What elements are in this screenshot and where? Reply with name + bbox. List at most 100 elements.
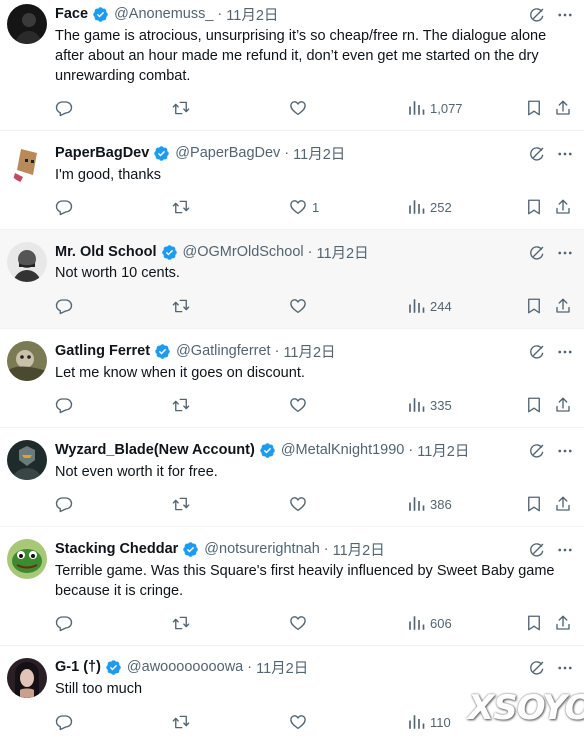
reply-button[interactable]: [55, 197, 73, 217]
bookmark-button[interactable]: [525, 197, 543, 217]
views-button[interactable]: 244: [407, 296, 452, 316]
views-button[interactable]: 386: [407, 494, 452, 514]
user-handle[interactable]: @MetalKnight1990: [281, 442, 405, 458]
tweet-date[interactable]: 11月2日: [333, 539, 385, 560]
user-handle[interactable]: @notsurerightnah: [204, 541, 319, 557]
more-icon[interactable]: [556, 659, 574, 677]
views-button[interactable]: 606: [407, 613, 452, 633]
reply-button[interactable]: [55, 613, 73, 633]
more-icon[interactable]: [556, 145, 574, 163]
grok-icon[interactable]: [528, 541, 546, 559]
grok-icon[interactable]: [528, 659, 546, 677]
tweet-date[interactable]: 11月2日: [256, 657, 308, 678]
like-button[interactable]: [289, 296, 312, 316]
reply-button[interactable]: [55, 98, 73, 118]
like-button[interactable]: [289, 395, 312, 415]
tweet-date[interactable]: 11月2日: [226, 4, 278, 25]
reply-icon: [55, 396, 73, 414]
views-button[interactable]: 252: [407, 197, 452, 217]
tweet-date[interactable]: 11月2日: [283, 341, 335, 362]
views-button[interactable]: 110: [407, 712, 451, 732]
avatar[interactable]: [7, 143, 47, 183]
like-icon: [289, 99, 307, 117]
user-handle[interactable]: @Gatlingferret: [176, 343, 271, 359]
bookmark-button[interactable]: [525, 494, 543, 514]
more-icon[interactable]: [556, 541, 574, 559]
like-icon: [289, 396, 307, 414]
more-icon[interactable]: [556, 6, 574, 24]
grok-icon[interactable]: [528, 6, 546, 24]
display-name[interactable]: Gatling Ferret: [55, 343, 150, 359]
avatar[interactable]: [7, 242, 47, 282]
avatar[interactable]: [7, 341, 47, 381]
like-button[interactable]: [289, 98, 312, 118]
like-button[interactable]: [289, 613, 312, 633]
like-count: 1: [312, 199, 320, 215]
share-button[interactable]: [554, 197, 572, 217]
tweet-item[interactable]: Gatling Ferret @Gatlingferret · 11月2日 Le…: [0, 329, 584, 428]
retweet-button[interactable]: [172, 613, 190, 633]
retweet-button[interactable]: [172, 296, 190, 316]
tweet-date[interactable]: 11月2日: [293, 143, 345, 164]
retweet-button[interactable]: [172, 494, 190, 514]
tweet-date[interactable]: 11月2日: [316, 242, 368, 263]
more-icon[interactable]: [556, 244, 574, 262]
views-icon: [407, 99, 425, 117]
grok-icon[interactable]: [528, 145, 546, 163]
tweet-item[interactable]: Face @Anonemuss_ · 11月2日 The game is atr…: [0, 0, 584, 131]
avatar[interactable]: [7, 539, 47, 579]
view-count: 110: [430, 714, 451, 730]
user-handle[interactable]: @PaperBagDev: [175, 145, 280, 161]
grok-icon[interactable]: [528, 244, 546, 262]
display-name[interactable]: PaperBagDev: [55, 145, 149, 161]
display-name[interactable]: Mr. Old School: [55, 244, 157, 260]
more-icon[interactable]: [556, 343, 574, 361]
grok-icon[interactable]: [528, 343, 546, 361]
views-button[interactable]: 335: [407, 395, 452, 415]
reply-icon: [55, 614, 73, 632]
tweet-item[interactable]: Wyzard_Blade(New Account) @MetalKnight19…: [0, 428, 584, 527]
share-button[interactable]: [554, 98, 572, 118]
share-button[interactable]: [554, 296, 572, 316]
display-name[interactable]: Face: [55, 6, 88, 22]
share-button[interactable]: [554, 494, 572, 514]
separator: ·: [307, 244, 313, 260]
tweet-item[interactable]: PaperBagDev @PaperBagDev · 11月2日 I'm goo…: [0, 131, 584, 230]
grok-icon[interactable]: [528, 442, 546, 460]
retweet-button[interactable]: [172, 712, 190, 732]
reply-button[interactable]: [55, 712, 73, 732]
share-button[interactable]: [554, 613, 572, 633]
retweet-button[interactable]: [172, 98, 190, 118]
tweet-text: Terrible game. Was this Square's first h…: [55, 563, 555, 599]
views-button[interactable]: 1,077: [407, 98, 463, 118]
tweet-item[interactable]: Stacking Cheddar @notsurerightnah · 11月2…: [0, 527, 584, 646]
like-icon: [289, 614, 307, 632]
bookmark-button[interactable]: [525, 98, 543, 118]
bookmark-button[interactable]: [525, 395, 543, 415]
display-name[interactable]: Stacking Cheddar: [55, 541, 178, 557]
reply-button[interactable]: [55, 494, 73, 514]
like-button[interactable]: [289, 712, 312, 732]
reply-button[interactable]: [55, 395, 73, 415]
user-handle[interactable]: @awoooooooowa: [127, 659, 243, 675]
like-button[interactable]: 1: [289, 197, 319, 217]
avatar[interactable]: [7, 440, 47, 480]
retweet-button[interactable]: [172, 395, 190, 415]
display-name[interactable]: G-1 (†): [55, 659, 101, 675]
share-icon: [554, 99, 572, 117]
user-handle[interactable]: @Anonemuss_: [114, 6, 213, 22]
like-button[interactable]: [289, 494, 312, 514]
retweet-button[interactable]: [172, 197, 190, 217]
display-name[interactable]: Wyzard_Blade(New Account): [55, 442, 255, 458]
bookmark-button[interactable]: [525, 296, 543, 316]
tweet-item[interactable]: Mr. Old School @OGMrOldSchool · 11月2日 No…: [0, 230, 584, 329]
share-button[interactable]: [554, 395, 572, 415]
tweet-date[interactable]: 11月2日: [417, 440, 469, 461]
more-icon[interactable]: [556, 442, 574, 460]
avatar[interactable]: [7, 658, 47, 698]
bookmark-button[interactable]: [525, 613, 543, 633]
avatar[interactable]: [7, 4, 47, 44]
like-icon: [289, 713, 307, 731]
reply-button[interactable]: [55, 296, 73, 316]
user-handle[interactable]: @OGMrOldSchool: [183, 244, 304, 260]
